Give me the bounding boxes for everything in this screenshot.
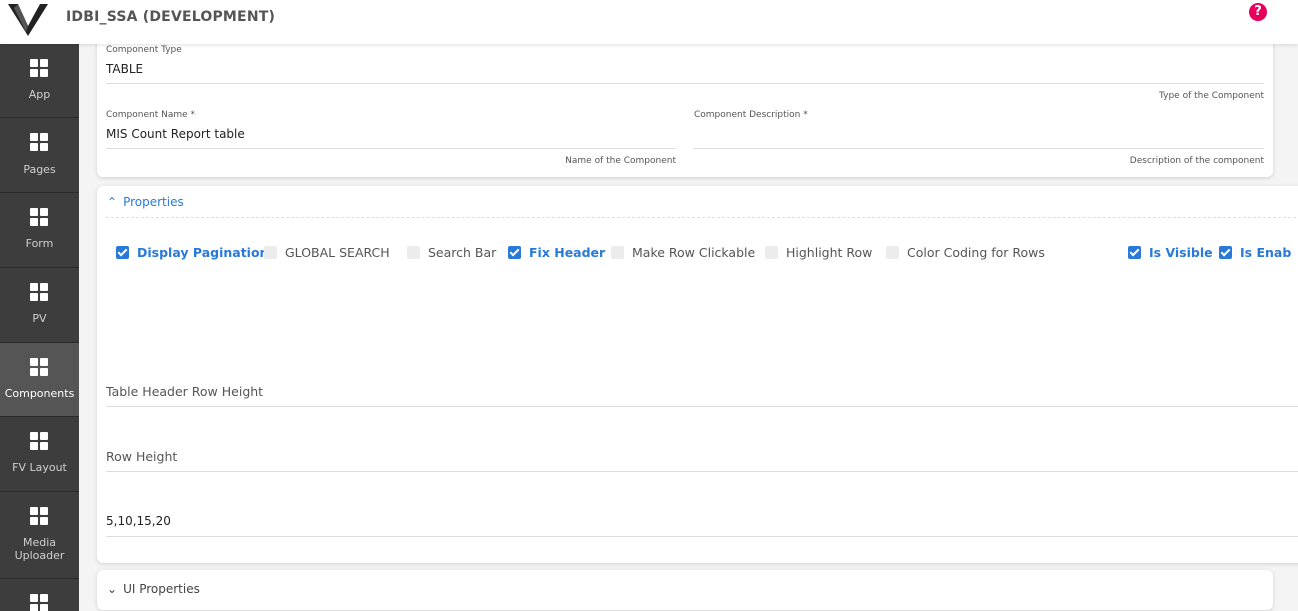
- component-description-label: Component Description *: [694, 110, 808, 120]
- color-coding-rows-checkbox[interactable]: Color Coding for Rows: [886, 244, 1045, 260]
- ui-properties-card: ⌄ UI Properties: [97, 570, 1273, 610]
- ui-properties-toggle-label: UI Properties: [123, 582, 200, 596]
- row-height-label: Row Height: [106, 449, 178, 464]
- is-enabled-checkbox[interactable]: Is Enab: [1219, 244, 1291, 260]
- checkbox-unchecked-icon: [765, 245, 778, 259]
- sidebar-item-label: PV: [32, 312, 47, 325]
- app-header: IDBI_SSA (DEVELOPMENT) ?: [0, 0, 1298, 44]
- table-header-row-height-label: Table Header Row Height: [106, 384, 264, 399]
- search-bar-checkbox[interactable]: Search Bar: [407, 244, 496, 260]
- grid-icon: [30, 432, 48, 450]
- checkbox-checked-icon: [116, 245, 129, 259]
- checkbox-unchecked-icon: [886, 245, 899, 259]
- sidebar-item-form[interactable]: Form: [0, 193, 79, 268]
- checkbox-unchecked-icon: [407, 245, 420, 259]
- sidebar-item-app[interactable]: App: [0, 44, 79, 118]
- sidebar-item-fv-layout[interactable]: FV Layout: [0, 417, 79, 492]
- component-info-card: Component Type TABLE Type of the Compone…: [97, 44, 1273, 177]
- ui-properties-toggle[interactable]: ⌄ UI Properties: [107, 582, 200, 596]
- highlight-row-checkbox[interactable]: Highlight Row: [765, 244, 872, 260]
- sidebar-item-more[interactable]: [0, 579, 79, 611]
- row-height-input[interactable]: [106, 471, 1298, 472]
- checkbox-checked-icon: [1128, 245, 1141, 259]
- sidebar-item-media-uploader[interactable]: Media Uploader: [0, 492, 79, 579]
- checkbox-unchecked-icon: [264, 245, 277, 259]
- checkbox-unchecked-icon: [611, 245, 624, 259]
- checkbox-checked-icon: [508, 245, 521, 259]
- component-name-hint: Name of the Component: [565, 156, 676, 166]
- component-description-hint: Description of the component: [1129, 156, 1264, 166]
- sidebar-item-pages[interactable]: Pages: [0, 118, 79, 193]
- help-icon[interactable]: ?: [1249, 3, 1267, 21]
- table-header-row-height-input[interactable]: [106, 406, 1298, 407]
- sidebar: App Pages Form PV Components FV Layout M…: [0, 44, 79, 611]
- fix-header-checkbox[interactable]: Fix Header: [508, 244, 605, 260]
- grid-icon: [30, 59, 48, 77]
- divider: [106, 148, 676, 149]
- grid-icon: [30, 358, 48, 376]
- checkbox-checked-icon: [1219, 245, 1232, 259]
- global-search-checkbox[interactable]: GLOBAL SEARCH: [264, 244, 390, 260]
- app-logo[interactable]: [6, 2, 50, 38]
- properties-card: ⌃ Properties Display Pagination GLOBAL SE…: [97, 186, 1298, 563]
- component-type-hint: Type of the Component: [1159, 91, 1264, 101]
- app-title: IDBI_SSA (DEVELOPMENT): [66, 9, 276, 25]
- sidebar-item-pv[interactable]: PV: [0, 268, 79, 343]
- chevron-up-icon: ⌃: [107, 195, 118, 209]
- is-visible-checkbox[interactable]: Is Visible: [1128, 244, 1213, 260]
- divider: [694, 148, 1264, 149]
- display-pagination-checkbox[interactable]: Display Pagination: [116, 244, 268, 260]
- divider: [106, 217, 1298, 218]
- component-name-input[interactable]: MIS Count Report table: [106, 127, 245, 141]
- properties-toggle-label: Properties: [123, 195, 184, 209]
- component-type-label: Component Type: [106, 45, 182, 55]
- grid-icon: [30, 133, 48, 151]
- sidebar-item-label: Media Uploader: [14, 536, 65, 562]
- chevron-down-icon: ⌄: [107, 582, 118, 596]
- sidebar-item-label: Components: [4, 387, 75, 400]
- grid-icon: [30, 507, 48, 525]
- divider: [106, 83, 1264, 84]
- pagination-options-input[interactable]: 5,10,15,20: [106, 514, 171, 528]
- grid-icon: [30, 594, 48, 611]
- grid-icon: [30, 208, 48, 226]
- sidebar-item-label: FV Layout: [12, 461, 67, 474]
- grid-icon: [30, 283, 48, 301]
- component-type-value[interactable]: TABLE: [106, 62, 143, 76]
- divider: [106, 536, 1298, 537]
- sidebar-item-label: App: [28, 88, 51, 101]
- sidebar-item-label: Form: [25, 237, 54, 250]
- sidebar-item-label: Pages: [23, 163, 56, 176]
- component-name-label: Component Name *: [106, 110, 196, 120]
- sidebar-item-components[interactable]: Components: [0, 343, 79, 417]
- properties-toggle[interactable]: ⌃ Properties: [107, 195, 184, 209]
- main-content: Component Type TABLE Type of the Compone…: [79, 44, 1298, 611]
- make-row-clickable-checkbox[interactable]: Make Row Clickable: [611, 244, 755, 260]
